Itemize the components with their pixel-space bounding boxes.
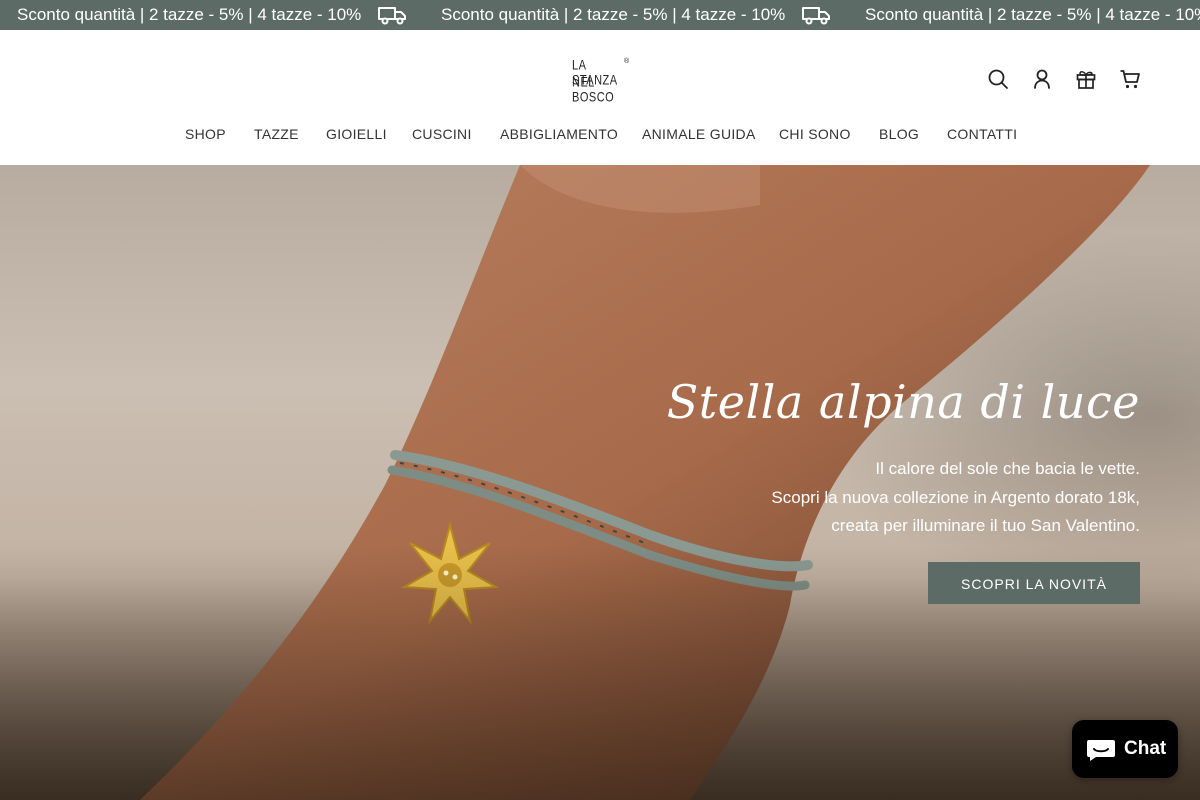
account-icon[interactable] xyxy=(1031,68,1053,90)
discover-new-button[interactable]: SCOPRI LA NOVITÀ xyxy=(928,562,1140,604)
nav-item-abbigliamento[interactable]: ABBIGLIAMENTO xyxy=(500,126,618,142)
truck-icon xyxy=(802,7,830,25)
nav-item-tazze[interactable]: TAZZE xyxy=(254,126,299,142)
nav-item-gioielli[interactable]: GIOIELLI xyxy=(326,126,387,142)
chat-button[interactable]: Chat xyxy=(1072,720,1178,778)
brand-logo[interactable]: LA STANZA NEL BOSCO ® xyxy=(568,58,634,105)
chat-bubble-icon xyxy=(1087,740,1115,761)
logo-line-2: NEL BOSCO xyxy=(572,75,615,105)
nav-item-chi-sono[interactable]: CHI SONO xyxy=(779,126,851,142)
announcement-text: Sconto quantità | 2 tazze - 5% | 4 tazze… xyxy=(17,5,362,24)
main-nav: SHOP TAZZE GIOIELLI CUSCINI ABBIGLIAMENT… xyxy=(0,126,1200,148)
hero-line: Il calore del sole che bacia le vette. xyxy=(875,459,1140,478)
announcement-bar: Sconto quantità | 2 tazze - 5% | 4 tazze… xyxy=(0,0,1200,30)
nav-item-blog[interactable]: BLOG xyxy=(879,126,919,142)
chat-label: Chat xyxy=(1124,738,1167,759)
search-icon[interactable] xyxy=(987,68,1009,90)
hero-banner: Stella alpina di luce Il calore del sole… xyxy=(0,165,1200,800)
registered-mark: ® xyxy=(624,58,630,65)
hero-title: Stella alpina di luce xyxy=(666,375,1140,429)
site-header: LA STANZA NEL BOSCO ® SHOP TAZZE GIOIELL… xyxy=(0,30,1200,165)
announcement-text: Sconto quantità | 2 tazze - 5% | 4 tazze… xyxy=(865,5,1200,24)
nav-item-shop[interactable]: SHOP xyxy=(185,126,226,142)
hero-line: creata per illuminare il tuo San Valenti… xyxy=(831,516,1140,535)
nav-item-cuscini[interactable]: CUSCINI xyxy=(412,126,472,142)
hero-description: Il calore del sole che bacia le vette. S… xyxy=(620,455,1140,541)
gift-icon[interactable] xyxy=(1075,68,1097,90)
announcement-text: Sconto quantità | 2 tazze - 5% | 4 tazze… xyxy=(441,5,786,24)
hero-line: Scopri la nuova collezione in Argento do… xyxy=(771,487,1140,507)
truck-icon xyxy=(378,7,406,25)
nav-item-animale-guida[interactable]: ANIMALE GUIDA xyxy=(642,126,756,142)
nav-item-contatti[interactable]: CONTATTI xyxy=(947,126,1017,142)
cart-icon[interactable] xyxy=(1119,68,1141,90)
